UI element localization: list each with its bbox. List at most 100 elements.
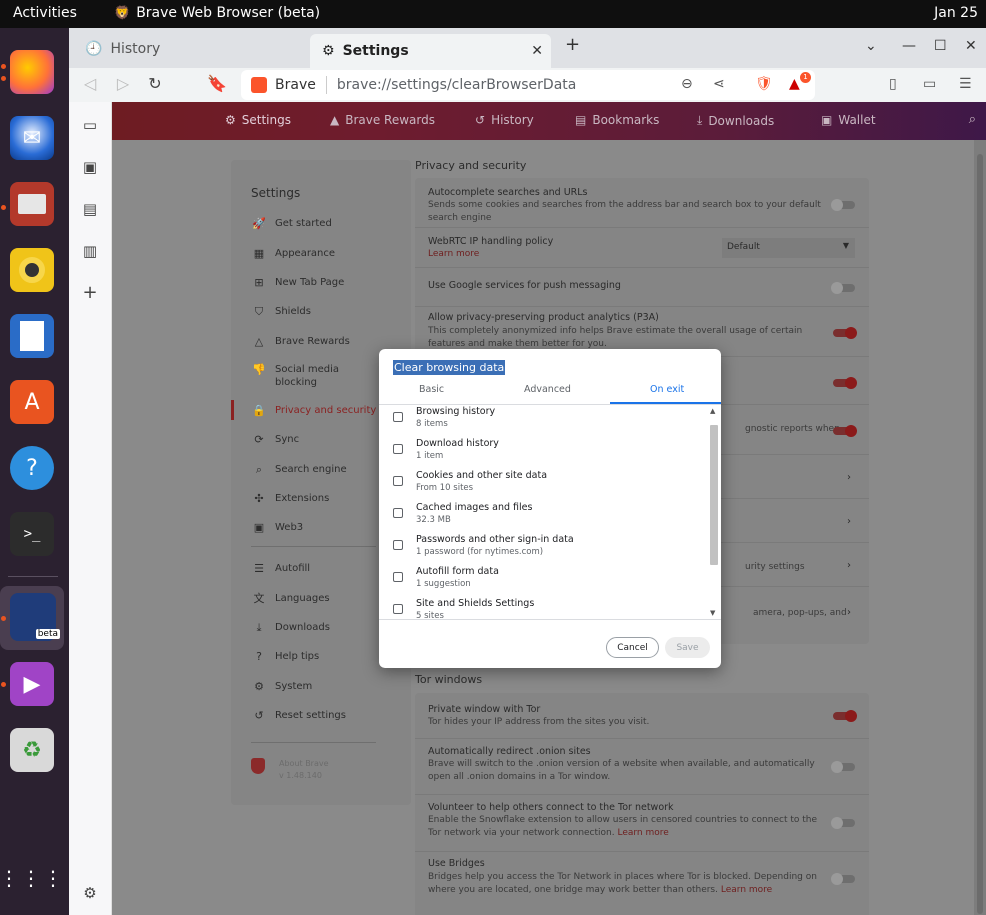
list-item[interactable]: Passwords and other sign-in data 1 passw… xyxy=(379,533,705,565)
reading-list-icon[interactable]: ▥ xyxy=(80,242,100,260)
share-icon[interactable]: ⋖ xyxy=(713,76,725,92)
add-panel-icon[interactable]: + xyxy=(80,282,100,303)
row-onion-redirect[interactable]: Automatically redirect .onion sites Brav… xyxy=(415,738,869,794)
back-button[interactable]: ◁ xyxy=(79,74,101,93)
menu-reset-settings[interactable]: ↺ Reset settings xyxy=(251,709,411,722)
save-button[interactable]: Save xyxy=(665,637,710,658)
app-menu[interactable]: 🦁 Brave Web Browser (beta) xyxy=(114,5,320,21)
list-item[interactable]: Download history 1 item xyxy=(379,437,705,469)
row-snowflake[interactable]: Volunteer to help others connect to the … xyxy=(415,794,869,851)
menu-appearance[interactable]: ▦ Appearance xyxy=(251,247,411,260)
sidebar-settings-icon[interactable]: ⚙ xyxy=(80,884,100,902)
terminal-icon[interactable]: >_ xyxy=(10,512,54,556)
nav-wallet[interactable]: ▣ Wallet xyxy=(821,113,876,127)
new-tab-button[interactable]: + xyxy=(565,34,580,55)
nav-history[interactable]: ↺ History xyxy=(475,113,534,127)
list-item[interactable]: Site and Shields Settings 5 sites xyxy=(379,597,705,619)
rhythmbox-icon[interactable] xyxy=(10,248,54,292)
list-item[interactable]: Browsing history 8 items xyxy=(379,405,705,437)
menu-icon[interactable]: ☰ xyxy=(959,76,972,92)
tab-history[interactable]: 🕘 History xyxy=(73,34,309,64)
about-brave[interactable]: About Brave v 1.48.140 xyxy=(251,758,329,782)
bookmarks-icon[interactable]: ▤ xyxy=(80,200,100,218)
snowflake-toggle[interactable] xyxy=(831,817,855,829)
learn-more-link[interactable]: Learn more xyxy=(721,885,772,895)
maximize-button[interactable]: ☐ xyxy=(934,38,947,54)
thunderbird-icon[interactable]: ✉ xyxy=(10,116,54,160)
show-apps-icon[interactable]: ⋮⋮⋮ xyxy=(0,856,63,900)
row-private-tor[interactable]: Private window with Tor Tor hides your I… xyxy=(415,693,869,738)
tab-basic[interactable]: Basic xyxy=(419,384,444,395)
menu-get-started[interactable]: 🚀 Get started xyxy=(251,217,411,230)
nav-settings[interactable]: ⚙ Settings xyxy=(225,113,291,127)
address-bar[interactable]: Brave brave://settings/clearBrowserData xyxy=(241,70,815,100)
close-window-button[interactable]: ✕ xyxy=(965,38,977,54)
diagnostics-toggle[interactable] xyxy=(833,425,857,437)
autocomplete-toggle[interactable] xyxy=(831,199,855,211)
zoom-icon[interactable]: ⊖ xyxy=(681,76,693,92)
trash-icon[interactable]: ♻ xyxy=(10,728,54,772)
scroll-down-arrow-icon[interactable]: ▼ xyxy=(710,609,715,617)
files-icon[interactable] xyxy=(10,182,54,226)
wallet-icon[interactable]: ▭ xyxy=(923,76,936,92)
cookies-checkbox[interactable] xyxy=(393,476,403,486)
scrollbar-thumb[interactable] xyxy=(710,425,718,565)
list-item[interactable]: Autofill form data 1 suggestion xyxy=(379,565,705,597)
menu-brave-rewards[interactable]: △ Brave Rewards xyxy=(251,335,411,348)
nav-brave-rewards[interactable]: ▲ Brave Rewards xyxy=(330,113,435,127)
forward-button[interactable]: ▷ xyxy=(112,74,134,93)
firefox-icon[interactable] xyxy=(10,50,54,94)
menu-shields[interactable]: ⛉ Shields xyxy=(251,305,411,318)
brave-rewards-button[interactable]: ▲ xyxy=(789,76,800,92)
tor-window-toggle[interactable] xyxy=(833,710,857,722)
list-scrollbar[interactable]: ▲ ▼ xyxy=(709,405,719,619)
download-history-checkbox[interactable] xyxy=(393,444,403,454)
menu-social-media-blocking[interactable]: 👎 Social media blocking xyxy=(251,363,351,389)
tab-on-exit[interactable]: On exit xyxy=(650,384,684,395)
app-center-icon[interactable]: A xyxy=(10,380,54,424)
row-google-push[interactable]: Use Google services for push messaging xyxy=(415,267,869,306)
tab-search-chevron-icon[interactable]: ⌄ xyxy=(865,38,877,54)
tab-settings[interactable]: ⚙ Settings ✕ xyxy=(310,34,551,68)
autofill-checkbox[interactable] xyxy=(393,572,403,582)
clock[interactable]: Jan 25 xyxy=(934,5,978,21)
stats-toggle[interactable] xyxy=(833,377,857,389)
row-bridges[interactable]: Use Bridges Bridges help you access the … xyxy=(415,851,869,915)
cached-images-checkbox[interactable] xyxy=(393,508,403,518)
list-item[interactable]: Cookies and other site data From 10 site… xyxy=(379,469,705,501)
list-item[interactable]: Cached images and files 32.3 MB xyxy=(379,501,705,533)
talk-icon[interactable]: ▭ xyxy=(80,116,100,134)
webrtc-policy-select[interactable]: Default ▼ xyxy=(722,238,855,258)
search-icon[interactable]: ⌕ xyxy=(969,112,976,127)
onion-redirect-toggle[interactable] xyxy=(831,761,855,773)
scrollbar-thumb[interactable] xyxy=(977,154,983,914)
brave-shields-button[interactable]: 🛡 xyxy=(755,76,773,92)
minimize-button[interactable]: — xyxy=(902,38,916,54)
p3a-toggle[interactable] xyxy=(833,327,857,339)
push-messaging-toggle[interactable] xyxy=(831,282,855,294)
site-settings-checkbox[interactable] xyxy=(393,604,403,614)
brave-beta-icon[interactable]: beta xyxy=(10,593,60,641)
page-scrollbar[interactable] xyxy=(974,140,986,915)
menu-system[interactable]: ⚙ System xyxy=(251,680,411,693)
help-icon[interactable]: ? xyxy=(10,446,54,490)
activities-button[interactable]: Activities xyxy=(13,5,77,21)
nav-bookmarks[interactable]: ▤ Bookmarks xyxy=(575,113,659,127)
menu-new-tab-page[interactable]: ⊞ New Tab Page xyxy=(251,276,411,289)
media-player-icon[interactable]: ▶ xyxy=(10,662,54,706)
libreoffice-writer-icon[interactable] xyxy=(10,314,54,358)
cancel-button[interactable]: Cancel xyxy=(606,637,659,658)
scroll-up-arrow-icon[interactable]: ▲ xyxy=(710,407,715,415)
reload-button[interactable]: ↻ xyxy=(144,74,166,93)
browsing-history-checkbox[interactable] xyxy=(393,412,403,422)
learn-more-link[interactable]: Learn more xyxy=(617,828,668,838)
bridges-toggle[interactable] xyxy=(831,873,855,885)
bookmark-icon[interactable]: 🔖 xyxy=(206,74,228,93)
nav-downloads[interactable]: ⤓ Downloads xyxy=(697,113,774,128)
tab-advanced[interactable]: Advanced xyxy=(524,384,571,395)
sidebar-toggle-icon[interactable]: ▯ xyxy=(889,76,897,92)
row-autocomplete[interactable]: Autocomplete searches and URLs Sends som… xyxy=(415,178,869,227)
close-tab-icon[interactable]: ✕ xyxy=(531,43,543,59)
wallet-icon[interactable]: ▣ xyxy=(80,158,100,176)
passwords-checkbox[interactable] xyxy=(393,540,403,550)
